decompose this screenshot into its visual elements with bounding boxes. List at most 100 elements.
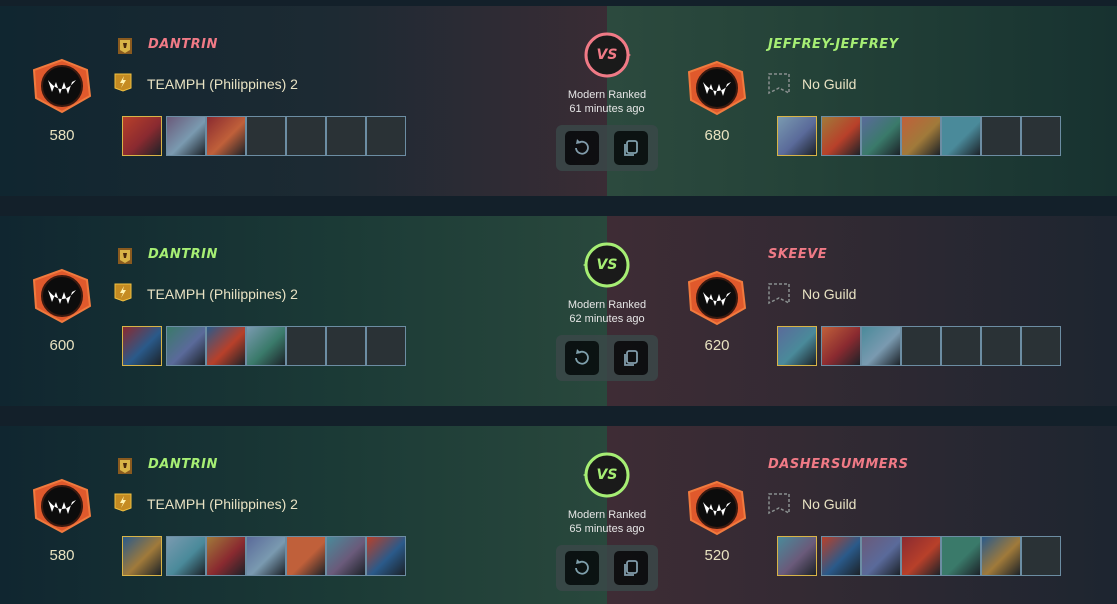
clan-banner-icon [115,456,135,476]
opponent-legend-slot-6[interactable] [981,326,1021,366]
copy-button[interactable] [614,551,648,585]
player-clan[interactable]: TEAMPH (Philippines) 2 [147,496,298,512]
player-legend-slot-4[interactable] [246,536,286,576]
lightning-shield-icon [113,72,137,96]
player-legend-slot-4[interactable] [246,326,286,366]
player-legend-slot-5[interactable] [286,536,326,576]
match-row[interactable]: 580 DANTRIN TEAMPH (Philippines) 2 VS Modern… [0,6,1117,196]
opponent-legend-slot-3[interactable] [861,116,901,156]
player-legend-slot-2[interactable] [166,116,206,156]
empty-guild-banner-icon [766,281,792,307]
opponent-legend-slot-7[interactable] [1021,116,1061,156]
player-legend-slot-6[interactable] [326,326,366,366]
opponent-legend-slot-7[interactable] [1021,536,1061,576]
opponent-legend-slot-4[interactable] [901,116,941,156]
opponent-legend-slot-3[interactable] [861,326,901,366]
match-row[interactable]: 600 DANTRIN TEAMPH (Philippines) 2 VS Modern… [0,216,1117,406]
opponent-rating: 520 [704,547,730,564]
vs-indicator: VS [577,451,637,499]
match-time: 62 minutes ago [569,313,645,325]
player-legend-slot-2[interactable] [166,536,206,576]
opponent-legend-slot-5[interactable] [941,116,981,156]
vs-indicator: VS [577,31,637,79]
opponent-legend-slot-3[interactable] [861,536,901,576]
opponent-rating: 620 [704,337,730,354]
opponent-legend-slot-6[interactable] [981,536,1021,576]
opponent-legend-slot-5[interactable] [941,536,981,576]
copy-icon [614,131,648,165]
replay-button[interactable] [565,341,599,375]
copy-icon [614,341,648,375]
player-legend-slot-6[interactable] [326,536,366,576]
player-legend-slot-3[interactable] [206,326,246,366]
lightning-shield-icon [113,282,137,306]
player-name[interactable]: DANTRIN [148,457,218,472]
vs-label: VS [596,47,618,63]
player-rating: 580 [49,547,75,564]
opponent-legend-slot-2[interactable] [821,536,861,576]
opponent-guild[interactable]: No Guild [802,496,856,512]
match-history-list: 580 DANTRIN TEAMPH (Philippines) 2 VS Modern… [0,0,1117,604]
player-legend-slot-7[interactable] [366,536,406,576]
replay-button[interactable] [565,551,599,585]
replay-button[interactable] [565,131,599,165]
player-legend-slot-7[interactable] [366,326,406,366]
opponent-legend-slot-2[interactable] [821,116,861,156]
player-legend-slot-4[interactable] [246,116,286,156]
player-legend-slot-1[interactable] [122,536,162,576]
opponent-name[interactable]: JEFFREY-JEFFREY [768,37,899,52]
player-legend-slot-3[interactable] [206,536,246,576]
replay-icon [565,131,599,165]
player-clan[interactable]: TEAMPH (Philippines) 2 [147,286,298,302]
opponent-guild[interactable]: No Guild [802,76,856,92]
player-name[interactable]: DANTRIN [148,247,218,262]
player-legend-slot-1[interactable] [122,326,162,366]
player-legends [122,116,406,156]
empty-guild-banner-icon [766,71,792,97]
replay-icon [565,551,599,585]
vs-label: VS [596,467,618,483]
lightning-shield-icon [113,492,137,516]
fanged-rank-badge-icon[interactable] [32,478,92,534]
opponent-legends [777,326,1061,366]
player-legend-slot-5[interactable] [286,116,326,156]
player-legend-slot-2[interactable] [166,326,206,366]
opponent-legend-slot-1[interactable] [777,536,817,576]
player-legend-slot-3[interactable] [206,116,246,156]
player-name[interactable]: DANTRIN [148,37,218,52]
fanged-rank-badge-icon[interactable] [687,480,747,536]
opponent-guild[interactable]: No Guild [802,286,856,302]
opponent-legend-slot-4[interactable] [901,326,941,366]
empty-guild-banner-icon [766,491,792,517]
opponent-name[interactable]: DASHERSUMMERS [768,457,909,472]
player-legend-slot-1[interactable] [122,116,162,156]
opponent-legend-slot-5[interactable] [941,326,981,366]
player-legend-slot-5[interactable] [286,326,326,366]
match-time: 61 minutes ago [569,103,645,115]
match-controls [556,335,658,381]
copy-button[interactable] [614,341,648,375]
fanged-rank-badge-icon[interactable] [687,270,747,326]
opponent-legend-slot-1[interactable] [777,116,817,156]
player-legend-slot-6[interactable] [326,116,366,156]
opponent-rating: 680 [704,127,730,144]
player-clan[interactable]: TEAMPH (Philippines) 2 [147,76,298,92]
match-time: 65 minutes ago [569,523,645,535]
player-rating: 580 [49,127,75,144]
player-legend-slot-7[interactable] [366,116,406,156]
fanged-rank-badge-icon[interactable] [32,58,92,114]
opponent-legend-slot-7[interactable] [1021,326,1061,366]
match-row[interactable]: 580 DANTRIN TEAMPH (Philippines) 2 VS Modern… [0,426,1117,604]
vs-indicator: VS [577,241,637,289]
opponent-name[interactable]: SKEEVE [768,247,827,262]
fanged-rank-badge-icon[interactable] [32,268,92,324]
opponent-legend-slot-6[interactable] [981,116,1021,156]
fanged-rank-badge-icon[interactable] [687,60,747,116]
opponent-legend-slot-2[interactable] [821,326,861,366]
copy-button[interactable] [614,131,648,165]
opponent-legend-slot-1[interactable] [777,326,817,366]
opponent-panel [607,216,1117,406]
player-legends [122,326,406,366]
clan-banner-icon [115,36,135,56]
opponent-legend-slot-4[interactable] [901,536,941,576]
